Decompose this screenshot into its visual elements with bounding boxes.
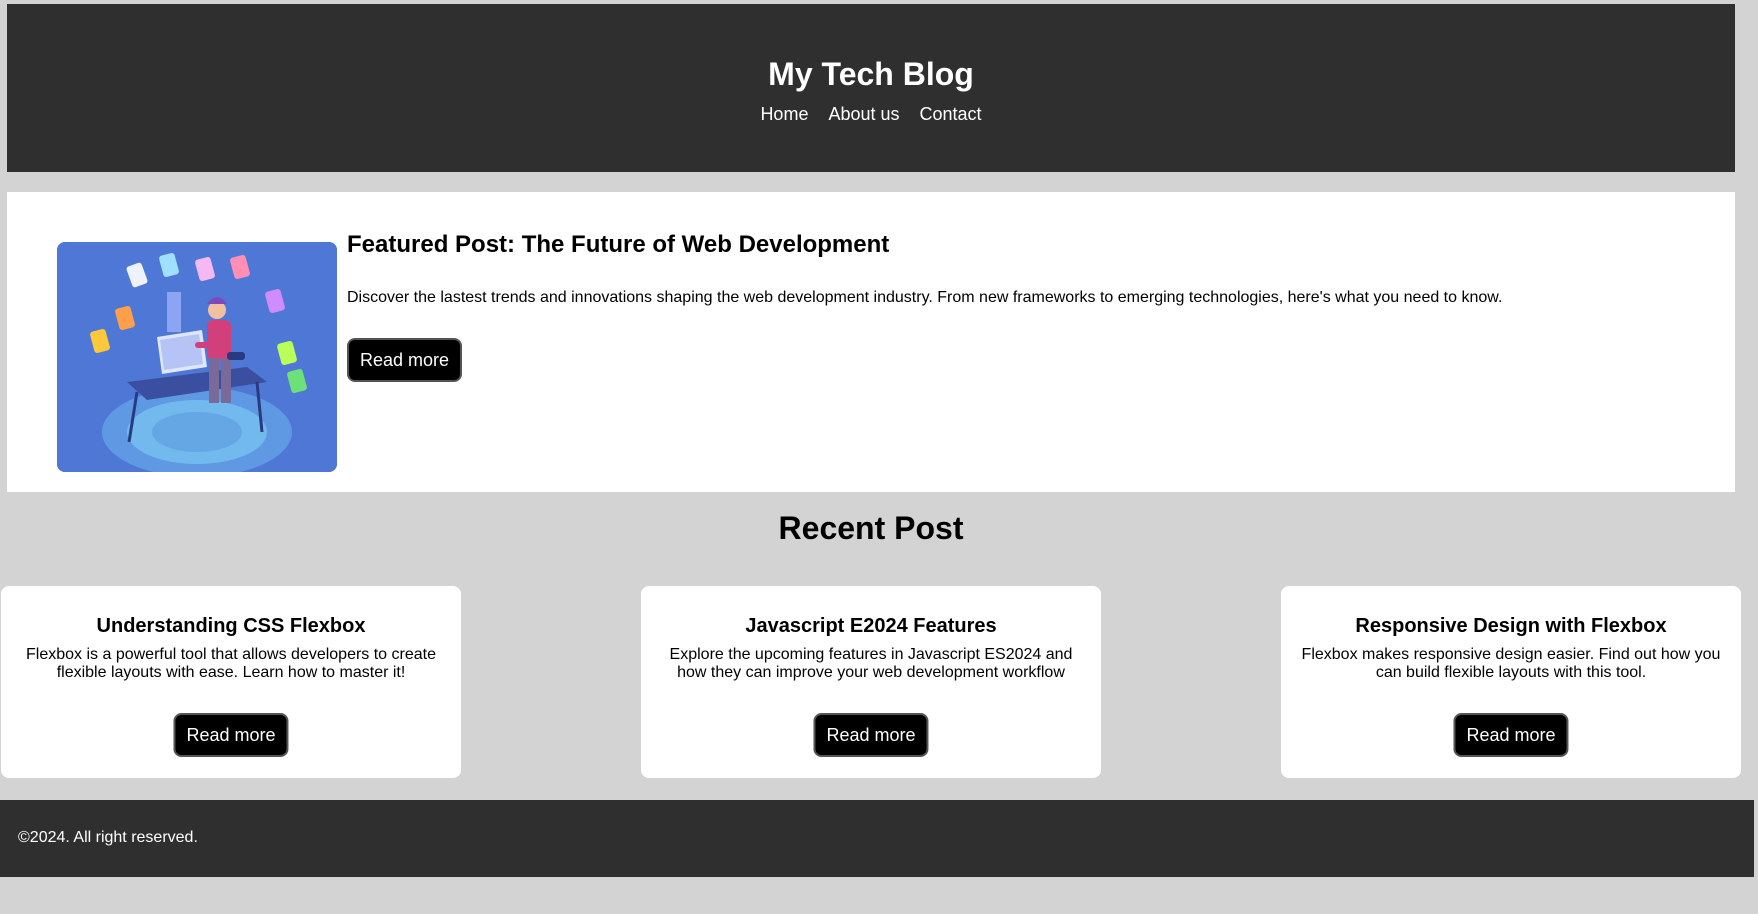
- post-card-title: Responsive Design with Flexbox: [1355, 615, 1667, 637]
- nav-home-link[interactable]: Home: [760, 102, 808, 126]
- post-card: Responsive Design with Flexbox Flexbox m…: [1281, 586, 1741, 778]
- post-card: Understanding CSS Flexbox Flexbox is a p…: [1, 586, 461, 778]
- nav-about-link[interactable]: About us: [828, 102, 899, 126]
- featured-post-title: Featured Post: The Future of Web Develop…: [347, 231, 890, 258]
- main-nav: Home About us Contact: [7, 102, 1735, 126]
- copyright-text: ©2024. All right reserved.: [18, 829, 198, 846]
- web-developer-illustration-icon: [57, 242, 337, 472]
- site-title: My Tech Blog: [768, 56, 974, 92]
- post-card-description: Flexbox is a powerful tool that allows d…: [26, 646, 436, 681]
- featured-post: Featured Post: The Future of Web Develop…: [7, 192, 1735, 492]
- post-card-title: Javascript E2024 Features: [745, 615, 997, 637]
- post-card-read-more-button[interactable]: Read more: [813, 713, 929, 757]
- post-card-read-more-button[interactable]: Read more: [1453, 713, 1569, 757]
- post-card-title: Understanding CSS Flexbox: [96, 615, 366, 637]
- post-card-read-more-button[interactable]: Read more: [173, 713, 289, 757]
- recent-posts-heading: Recent Post: [778, 510, 964, 546]
- featured-read-more-button[interactable]: Read more: [347, 338, 463, 382]
- featured-post-description: Discover the lastest trends and innovati…: [347, 289, 1503, 306]
- site-header: My Tech Blog Home About us Contact: [7, 4, 1735, 172]
- post-card-description: Flexbox makes responsive design easier. …: [1301, 646, 1721, 681]
- post-card-description: Explore the upcoming features in Javascr…: [669, 646, 1073, 681]
- site-footer: ©2024. All right reserved.: [0, 800, 1754, 877]
- post-card: Javascript E2024 Features Explore the up…: [641, 586, 1101, 778]
- nav-contact-link[interactable]: Contact: [920, 102, 982, 126]
